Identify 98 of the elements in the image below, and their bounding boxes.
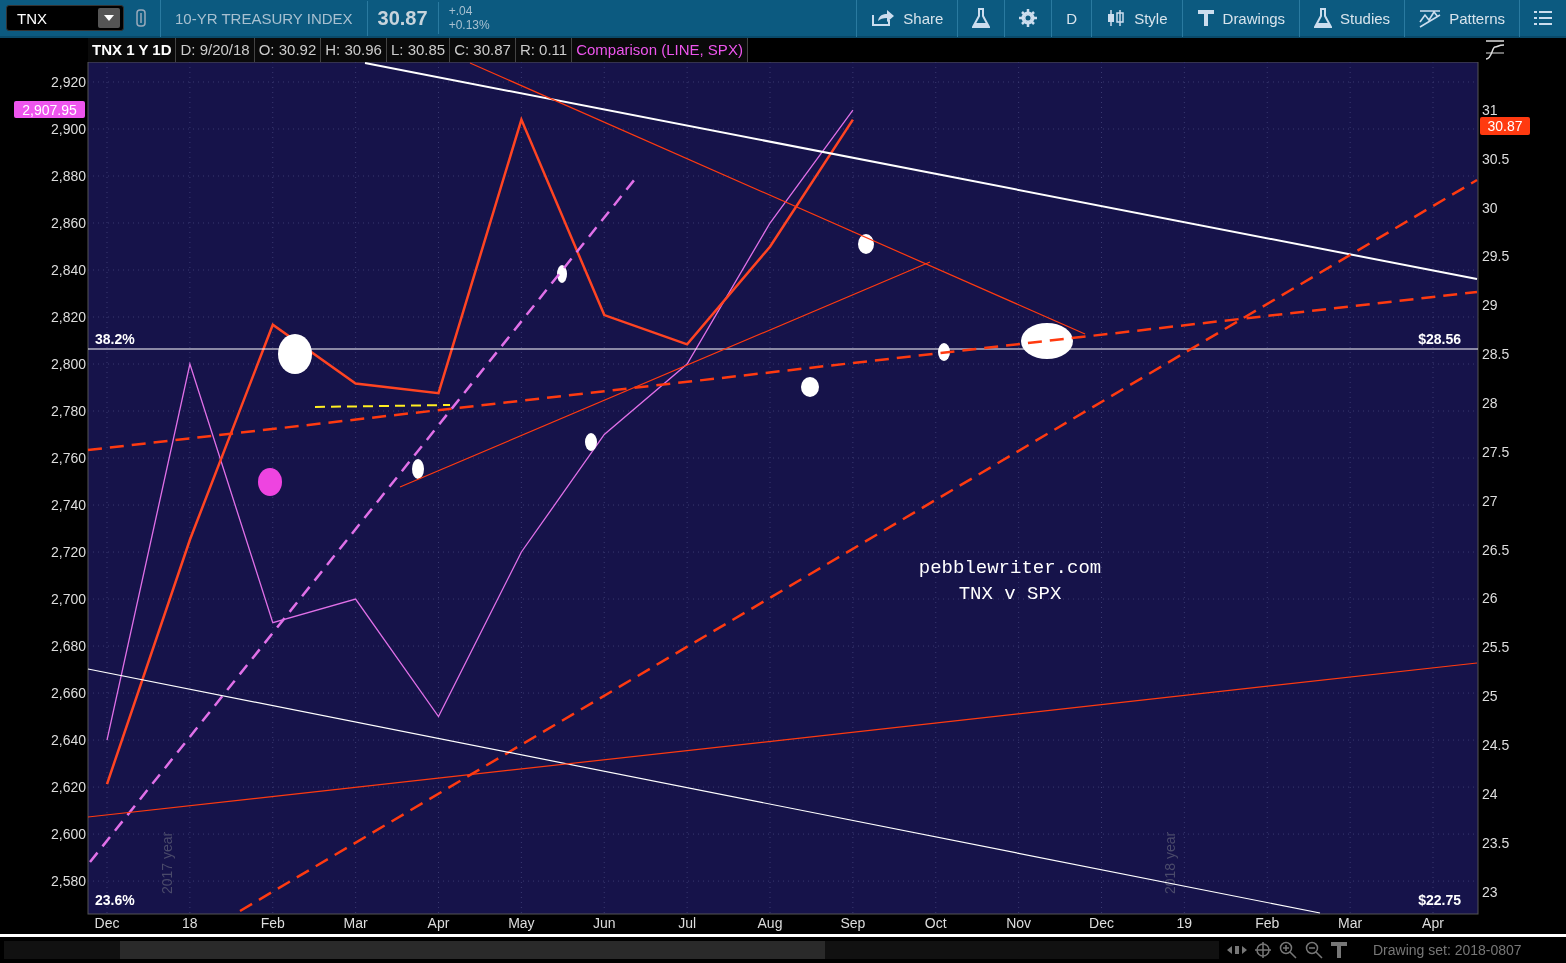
- dropdown-icon[interactable]: [98, 8, 120, 28]
- left-axis-label: 2,660: [50, 684, 86, 701]
- patterns-button[interactable]: Patterns: [1404, 0, 1519, 37]
- net-change: +.04: [448, 4, 474, 18]
- month-label: Nov: [1006, 914, 1032, 931]
- month-label: Dec: [1089, 914, 1114, 931]
- left-axis-label: 2,720: [50, 543, 86, 560]
- last-price-badge: 30.87: [1480, 116, 1530, 135]
- left-axis-label: 2,700: [50, 590, 86, 607]
- right-axis-label: 23: [1482, 883, 1498, 900]
- studies-button[interactable]: Studies: [1299, 0, 1405, 37]
- right-axis-label: 25: [1482, 687, 1498, 704]
- curve-icon[interactable]: [1484, 39, 1506, 61]
- style-button[interactable]: Style: [1091, 0, 1182, 37]
- scrollbar[interactable]: [4, 940, 1219, 959]
- zoom-out-icon[interactable]: [1305, 940, 1323, 959]
- share-icon: [871, 9, 896, 27]
- left-axis-label: 2,920: [50, 73, 86, 90]
- symbol-field[interactable]: TNX: [6, 5, 124, 31]
- left-axis-label: 2,800: [50, 355, 86, 372]
- percent-change: +0.13%: [448, 18, 490, 32]
- month-label: Jul: [678, 914, 697, 931]
- right-axis-label: 29.5: [1482, 248, 1510, 264]
- month-label: Jun: [592, 914, 616, 931]
- ohlc-value: O: 30.92: [254, 38, 322, 62]
- ohlc-value: D: 9/20/18: [176, 38, 255, 62]
- right-axis-label: 26.5: [1482, 541, 1510, 558]
- chart-note: TNX v SPX: [958, 582, 1062, 605]
- flask-icon: [972, 8, 991, 28]
- month-label: Apr: [1422, 914, 1444, 931]
- right-axis-label: 27: [1482, 492, 1498, 509]
- month-label: Oct: [924, 914, 947, 931]
- left-axis-label: 2,880: [50, 167, 86, 184]
- right-axis-label: 25.5: [1482, 638, 1510, 655]
- right-axis-label: 26: [1482, 590, 1498, 606]
- crosshair-icon[interactable]: [1255, 941, 1271, 958]
- comparison-label: Comparison (LINE, SPX): [572, 38, 748, 62]
- ohlc-value: L: 30.85: [386, 38, 451, 62]
- left-axis-label: 2,900: [50, 120, 86, 137]
- month-label: Feb: [1255, 914, 1280, 931]
- left-axis-label: 2,620: [50, 778, 86, 795]
- right-axis-label: 30.5: [1482, 150, 1510, 167]
- right-axis-label: 28.5: [1482, 345, 1510, 362]
- left-axis-label: 2,680: [50, 637, 86, 654]
- ohlc-value: H: 30.96: [321, 38, 387, 62]
- zoom-in-icon[interactable]: [1279, 940, 1297, 959]
- instrument-description: 10-YR TREASURY INDEX: [160, 0, 367, 37]
- month-label: 18: [182, 914, 198, 931]
- text-button[interactable]: D: [1051, 0, 1092, 37]
- last-price: 30.87: [366, 0, 438, 36]
- drawings-button[interactable]: Drawings: [1181, 0, 1300, 37]
- left-axis-label: 2,860: [50, 214, 86, 231]
- flask-icon: [1314, 8, 1333, 28]
- fib-price: $22.75: [1418, 891, 1461, 908]
- right-axis-label: 24: [1482, 785, 1498, 802]
- month-label: Mar: [1338, 914, 1363, 931]
- list-icon: [1534, 11, 1552, 25]
- month-label: Sep: [840, 914, 866, 931]
- fib-percent: 23.6%: [95, 891, 135, 908]
- chart-note: pebblewriter.com: [918, 556, 1102, 579]
- month-label: Dec: [94, 914, 120, 931]
- left-axis-label: 2,580: [50, 872, 86, 889]
- left-axis-label: 2,780: [50, 402, 86, 419]
- ohlc-value: R: 0.11: [515, 38, 573, 62]
- text-tool-icon: [1196, 9, 1215, 27]
- arrows-icon[interactable]: [1227, 943, 1247, 956]
- pattern-icon: [1419, 8, 1442, 28]
- left-axis-label: 2,740: [50, 496, 86, 513]
- month-label: Feb: [260, 914, 285, 931]
- left-axis-label: 2,840: [50, 261, 86, 278]
- settings-icon: [1019, 9, 1038, 27]
- fib-percent: 38.2%: [95, 330, 135, 347]
- right-axis-label: 27.5: [1482, 443, 1510, 460]
- right-axis-label: 31: [1482, 101, 1498, 118]
- right-axis-label: 29: [1482, 296, 1498, 313]
- candlestick-icon: [1106, 9, 1127, 27]
- month-label: May: [508, 914, 535, 931]
- right-axis-label: 28: [1482, 394, 1498, 411]
- link-icon[interactable]: [136, 9, 146, 27]
- left-axis-label: 2,820: [50, 308, 86, 325]
- right-axis-label: 24.5: [1482, 736, 1510, 753]
- month-label: 19: [1176, 914, 1193, 931]
- left-axis-label: 2,760: [50, 449, 86, 466]
- drawing-set-label: Drawing set: 2018-0807: [1373, 941, 1522, 958]
- share-button[interactable]: Share: [856, 0, 958, 37]
- month-label: Aug: [757, 914, 783, 931]
- month-label: Apr: [427, 914, 450, 931]
- chart-title: TNX 1 Y 1D: [88, 38, 177, 62]
- ohlc-value: C: 30.87: [450, 38, 516, 62]
- left-axis-label: 2,600: [50, 825, 86, 842]
- right-axis-label: 23.5: [1482, 834, 1510, 851]
- text-tool-icon[interactable]: [1331, 941, 1347, 958]
- right-axis-label: 30: [1482, 199, 1498, 216]
- fib-price: $28.56: [1418, 330, 1461, 347]
- last-price-badge: 2,907.95: [14, 100, 85, 118]
- month-label: Mar: [343, 914, 368, 931]
- scroll-thumb[interactable]: [120, 940, 825, 959]
- left-axis-label: 2,640: [50, 731, 86, 748]
